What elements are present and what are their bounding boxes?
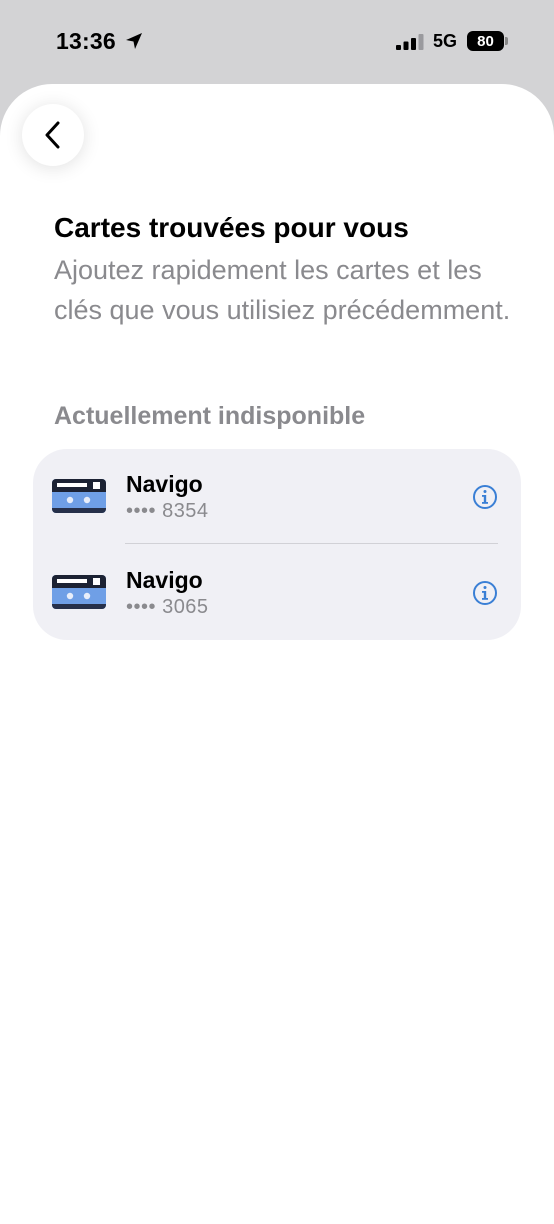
- navigo-card-icon: [52, 479, 106, 513]
- list-item[interactable]: Navigo •••• 8354: [33, 449, 521, 544]
- page-title: Cartes trouvées pour vous: [54, 212, 409, 243]
- status-bar: 13:36 5G 80: [0, 0, 554, 84]
- battery-icon: 80: [467, 31, 509, 53]
- card-number: •••• 8354: [126, 500, 209, 522]
- network-type: 5G: [433, 31, 458, 51]
- location-arrow-icon: [126, 33, 142, 49]
- cellular-signal-icon: [396, 34, 424, 50]
- back-button[interactable]: [22, 104, 84, 166]
- card-name: Navigo: [126, 567, 203, 593]
- info-icon[interactable]: [472, 484, 498, 510]
- card-list: Navigo •••• 8354 Navigo •••• 3065: [33, 449, 521, 640]
- section-header: Actuellement indisponible: [54, 402, 366, 430]
- chevron-left-icon: [45, 121, 60, 149]
- card-number: •••• 3065: [126, 596, 209, 618]
- card-name: Navigo: [126, 471, 203, 497]
- list-item[interactable]: Navigo •••• 3065: [33, 545, 521, 640]
- divider: [125, 543, 498, 544]
- battery-level: 80: [467, 31, 504, 51]
- cards-sheet: Cartes trouvées pour vous Ajoutez rapide…: [0, 84, 554, 1224]
- navigo-card-icon: [52, 575, 106, 609]
- status-time: 13:36: [56, 28, 116, 54]
- info-icon[interactable]: [472, 580, 498, 606]
- page-subtitle: Ajoutez rapidement les cartes et les clé…: [54, 255, 511, 325]
